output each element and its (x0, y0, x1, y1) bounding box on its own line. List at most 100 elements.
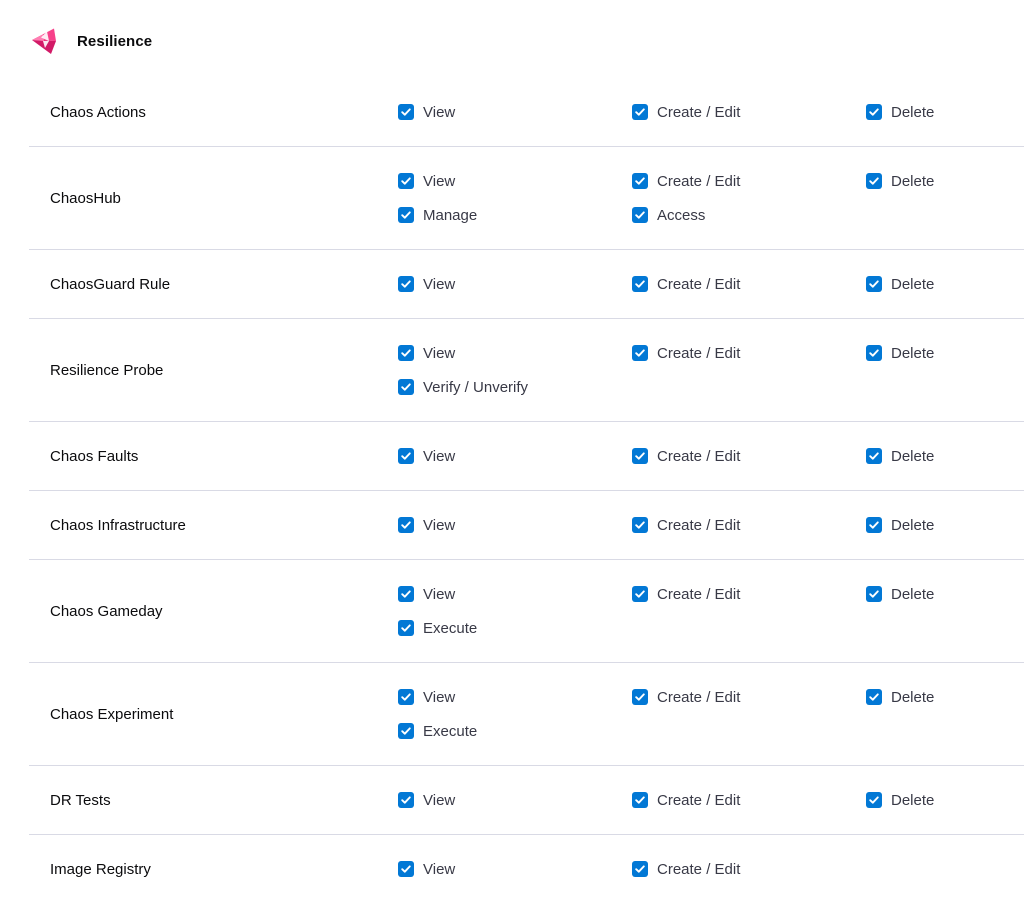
checkbox-checked-icon[interactable] (866, 517, 882, 533)
delete-checkbox[interactable]: Delete (866, 687, 934, 707)
checkbox-checked-icon[interactable] (866, 173, 882, 189)
checkbox-checked-icon[interactable] (632, 173, 648, 189)
permission-label: Create / Edit (657, 103, 741, 121)
create-edit-checkbox[interactable]: Create / Edit (632, 584, 740, 604)
checkbox-checked-icon[interactable] (632, 345, 648, 361)
checkbox-checked-icon[interactable] (398, 104, 414, 120)
checkbox-checked-icon[interactable] (866, 586, 882, 602)
checkbox-checked-icon[interactable] (866, 689, 882, 705)
checkbox-checked-icon[interactable] (866, 276, 882, 292)
delete-checkbox[interactable]: Delete (866, 790, 934, 810)
create-edit-checkbox[interactable]: Create / Edit (632, 515, 740, 535)
checkbox-checked-icon[interactable] (866, 104, 882, 120)
view-checkbox[interactable]: View (398, 446, 455, 466)
checkbox-checked-icon[interactable] (398, 379, 414, 395)
permission-label: View (423, 447, 456, 465)
checkbox-checked-icon[interactable] (398, 448, 414, 464)
view-checkbox[interactable]: View (398, 274, 455, 294)
checkbox-checked-icon[interactable] (398, 207, 414, 223)
view-checkbox[interactable]: View (398, 790, 455, 810)
permission-label: View (423, 172, 456, 190)
view-checkbox[interactable]: View (398, 584, 455, 604)
delete-checkbox[interactable]: Delete (866, 515, 934, 535)
resilience-logo-icon (32, 28, 56, 54)
checkbox-checked-icon[interactable] (632, 517, 648, 533)
permission-row-chaos-faults: Chaos Faults View Create / Edit Delete (29, 422, 1024, 491)
checkbox-checked-icon[interactable] (632, 861, 648, 877)
checkbox-checked-icon[interactable] (632, 689, 648, 705)
permission-row-chaos-gameday: Chaos Gameday View Execute Create / Edit… (29, 560, 1024, 663)
permission-label: Create / Edit (657, 447, 741, 465)
checkbox-checked-icon[interactable] (398, 173, 414, 189)
checkbox-checked-icon[interactable] (866, 448, 882, 464)
checkbox-checked-icon[interactable] (632, 207, 648, 223)
checkbox-checked-icon[interactable] (866, 345, 882, 361)
checkbox-checked-icon[interactable] (398, 345, 414, 361)
permission-label: Delete (891, 172, 935, 190)
checkbox-checked-icon[interactable] (398, 276, 414, 292)
resource-name: Resilience Probe (50, 361, 164, 379)
create-edit-checkbox[interactable]: Create / Edit (632, 274, 740, 294)
delete-checkbox[interactable]: Delete (866, 171, 934, 191)
permission-label: View (423, 860, 456, 878)
checkbox-checked-icon[interactable] (866, 792, 882, 808)
permission-label: View (423, 791, 456, 809)
view-checkbox[interactable]: View (398, 687, 455, 707)
create-edit-checkbox[interactable]: Create / Edit (632, 859, 740, 879)
permission-label: Create / Edit (657, 585, 741, 603)
view-checkbox[interactable]: View (398, 859, 455, 879)
checkbox-checked-icon[interactable] (398, 620, 414, 636)
permission-label: Create / Edit (657, 791, 741, 809)
create-edit-checkbox[interactable]: Create / Edit (632, 687, 740, 707)
resource-name: DR Tests (50, 791, 111, 809)
permission-label: View (423, 688, 456, 706)
checkbox-checked-icon[interactable] (632, 792, 648, 808)
delete-checkbox[interactable]: Delete (866, 584, 934, 604)
delete-checkbox[interactable]: Delete (866, 102, 934, 122)
checkbox-checked-icon[interactable] (398, 723, 414, 739)
checkbox-checked-icon[interactable] (398, 586, 414, 602)
permission-label: Delete (891, 516, 935, 534)
checkbox-checked-icon[interactable] (398, 792, 414, 808)
create-edit-checkbox[interactable]: Create / Edit (632, 343, 740, 363)
create-edit-checkbox[interactable]: Create / Edit (632, 102, 740, 122)
checkbox-checked-icon[interactable] (398, 689, 414, 705)
permission-label: Manage (423, 206, 478, 224)
permission-label: View (423, 516, 456, 534)
permissions-list: Chaos Actions View Create / Edit Delete … (29, 78, 1024, 903)
permission-label: Delete (891, 791, 935, 809)
resource-name: Chaos Experiment (50, 705, 174, 723)
checkbox-checked-icon[interactable] (398, 861, 414, 877)
checkbox-checked-icon[interactable] (632, 586, 648, 602)
execute-checkbox[interactable]: Execute (398, 618, 477, 638)
create-edit-checkbox[interactable]: Create / Edit (632, 790, 740, 810)
resource-name: Chaos Infrastructure (50, 516, 186, 534)
permission-row-chaos-experiment: Chaos Experiment View Execute Create / E… (29, 663, 1024, 766)
view-checkbox[interactable]: View (398, 102, 455, 122)
checkbox-checked-icon[interactable] (632, 104, 648, 120)
view-checkbox[interactable]: View (398, 343, 455, 363)
section-header: Resilience (30, 26, 152, 56)
checkbox-checked-icon[interactable] (632, 448, 648, 464)
checkbox-checked-icon[interactable] (398, 517, 414, 533)
permission-row-resilience-probe: Resilience Probe View Verify / Unverify … (29, 319, 1024, 422)
verify-unverify-checkbox[interactable]: Verify / Unverify (398, 377, 528, 397)
delete-checkbox[interactable]: Delete (866, 274, 934, 294)
view-checkbox[interactable]: View (398, 171, 455, 191)
resource-name: Chaos Faults (50, 447, 139, 465)
permission-row-image-registry: Image Registry View Create / Edit (29, 835, 1024, 903)
create-edit-checkbox[interactable]: Create / Edit (632, 171, 740, 191)
permission-label: Delete (891, 447, 935, 465)
permission-row-chaoshub: ChaosHub View Manage Create / Edit Acces… (29, 147, 1024, 250)
execute-checkbox[interactable]: Execute (398, 721, 477, 741)
manage-checkbox[interactable]: Manage (398, 205, 477, 225)
create-edit-checkbox[interactable]: Create / Edit (632, 446, 740, 466)
view-checkbox[interactable]: View (398, 515, 455, 535)
delete-checkbox[interactable]: Delete (866, 343, 934, 363)
permission-row-chaosguard-rule: ChaosGuard Rule View Create / Edit Delet… (29, 250, 1024, 319)
permission-label: View (423, 585, 456, 603)
checkbox-checked-icon[interactable] (632, 276, 648, 292)
access-checkbox[interactable]: Access (632, 205, 705, 225)
delete-checkbox[interactable]: Delete (866, 446, 934, 466)
permission-label: Verify / Unverify (423, 378, 529, 396)
